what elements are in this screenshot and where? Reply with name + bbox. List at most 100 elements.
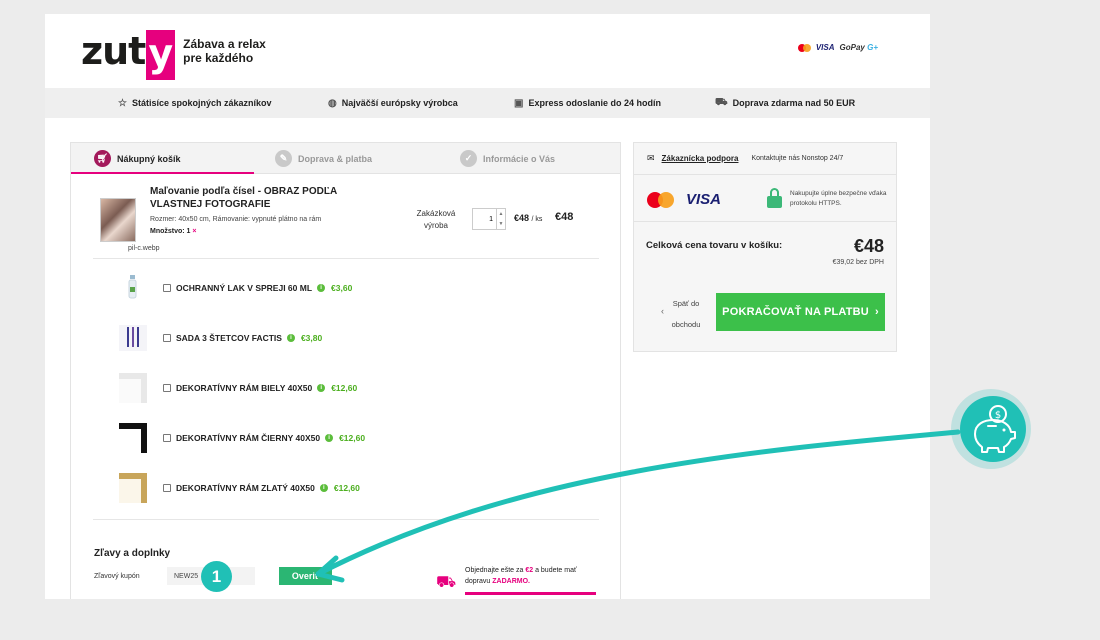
benefits-bar: ☆ Státisíce spokojných zákazníkov ◍ Najv…: [45, 88, 930, 118]
quantity-stepper[interactable]: ▲ ▼: [472, 208, 506, 230]
zuty-logo[interactable]: zut y Zábava a relax pre každého: [81, 26, 266, 80]
addon-checkbox[interactable]: [163, 384, 171, 392]
pay-button-label: POKRAČOVAŤ NA PLATBU: [722, 306, 869, 318]
delivery-truck-icon: ⛟: [436, 574, 457, 591]
addon-item: SADA 3 ŠTETCOV FACTIS i €3,80: [119, 323, 579, 353]
tab-cart[interactable]: 🛒︎ Nákupný košík: [94, 143, 181, 174]
mastercard-icon: [647, 192, 674, 208]
envelope-icon: ✉: [647, 153, 655, 163]
decrement-icon[interactable]: ▼: [497, 219, 505, 229]
secure-text: Nakupujte úplne bezpečne vďaka protokolu…: [790, 190, 887, 207]
site-header: zut y Zábava a relax pre každého VISA GoP…: [45, 14, 930, 88]
checkout-page: zut y Zábava a relax pre každého VISA GoP…: [45, 14, 930, 599]
truck-icon: ⛟: [715, 96, 728, 108]
support-row: ✉ Zákaznícka podpora Kontaktujte nás Non…: [634, 143, 896, 175]
order-summary: ✉ Zákaznícka podpora Kontaktujte nás Non…: [633, 142, 897, 352]
benefit-label: Státisíce spokojných zákazníkov: [131, 98, 272, 108]
cart-total-without-vat: €39,02 bez DPH: [832, 259, 884, 266]
product-size: Rozmer: 40x50 cm, Rámovanie: vypnuté plá…: [150, 216, 322, 223]
addon-item: OCHRANNÝ LAK V SPREJI 60 ML i €3,60: [119, 273, 579, 303]
tab-label: Informácie o Vás: [483, 153, 556, 164]
addon-item: DEKORATÍVNY RÁM ZLATÝ 40X50 i €12,60: [119, 473, 579, 503]
addon-checkbox[interactable]: [163, 334, 171, 342]
annotation-step-badge: 1: [201, 561, 232, 592]
spray-image: [119, 273, 147, 303]
remove-item-icon[interactable]: ×: [192, 228, 196, 235]
logo-text: zut: [81, 29, 146, 73]
product-meta: Rozmer: 40x50 cm, Rámovanie: vypnuté plá…: [150, 214, 321, 238]
discounts-title: Zľavy a doplnky: [94, 548, 171, 559]
tab-label: Nákupný košík: [117, 153, 181, 164]
lock-icon: [767, 188, 782, 208]
tab-label: Doprava & platba: [298, 153, 373, 164]
addon-price: €3,80: [300, 333, 323, 343]
benefit-producer: ◍ Najväčší európsky výrobca: [328, 98, 458, 109]
tab-customer-info[interactable]: ✓ Informácie o Vás: [460, 143, 555, 174]
package-icon: ▣: [514, 97, 524, 109]
star-icon: ☆: [118, 97, 127, 109]
continue-to-payment-button[interactable]: POKRAČOVAŤ NA PLATBU ›: [716, 293, 885, 331]
header-payment-logos: VISA GoPay G+: [797, 43, 878, 52]
addon-name: OCHRANNÝ LAK V SPREJI 60 ML: [176, 283, 313, 293]
unit-price: €48 / ks: [514, 213, 543, 223]
product-quantity-label: Množstvo: 1: [150, 228, 191, 235]
support-link[interactable]: Zákaznícka podpora: [662, 154, 739, 163]
addon-name: SADA 3 ŠTETCOV FACTIS: [176, 333, 282, 343]
addon-item: DEKORATÍVNY RÁM BIELY 40X50 i €12,60: [119, 373, 579, 403]
piggy-bank-icon: $: [960, 396, 1026, 462]
addon-checkbox[interactable]: [163, 434, 171, 442]
visa-logo: VISA: [686, 191, 722, 208]
cart-total-label: Celková cena tovaru v košíku:: [646, 240, 783, 251]
product-thumbnail[interactable]: [100, 198, 136, 242]
addon-checkbox[interactable]: [163, 284, 171, 292]
tagline: Zábava a relax pre každého: [183, 37, 266, 65]
free-delivery-notice: ⛟ Objednajte ešte za €2 a budete mať dop…: [436, 565, 616, 595]
coupon-label: Zľavový kupón: [94, 573, 140, 580]
divider: [93, 519, 599, 520]
info-icon[interactable]: i: [317, 284, 326, 292]
benefit-label: Doprava zdarma nad 50 EUR: [732, 98, 856, 108]
tagline-line-1: Zábava a relax: [183, 37, 266, 51]
globe-icon: ◍: [328, 97, 337, 109]
info-icon[interactable]: i: [317, 384, 326, 392]
cart-item: pil-c.webp Maľovanie podľa čísel - OBRAZ…: [93, 184, 599, 259]
quantity-spinner: ▲ ▼: [496, 209, 505, 229]
addon-price: €12,60: [331, 383, 358, 393]
info-icon[interactable]: i: [286, 334, 295, 342]
quantity-input[interactable]: [473, 209, 496, 229]
info-icon[interactable]: i: [325, 434, 334, 442]
item-total: €48: [555, 211, 574, 223]
addon-price: €3,60: [331, 283, 353, 293]
info-icon[interactable]: i: [319, 484, 328, 492]
benefit-customers: ☆ Státisíce spokojných zákazníkov: [118, 98, 272, 109]
cart-panel: 🛒︎ Nákupný košík ✎ Doprava & platba ✓ In…: [70, 142, 621, 599]
benefit-express: ▣ Express odoslanie do 24 hodín: [514, 98, 661, 109]
white-frame-image: [119, 373, 147, 403]
tagline-line-2: pre každého: [183, 51, 254, 65]
back-to-shop-link[interactable]: Späť do obchodu: [661, 293, 711, 335]
addon-checkbox[interactable]: [163, 484, 171, 492]
logo-y-mark: y: [146, 30, 176, 80]
addon-item: DEKORATÍVNY RÁM ČIERNY 40X50 i €12,60: [119, 423, 579, 453]
addon-name: DEKORATÍVNY RÁM ZLATÝ 40X50: [176, 483, 315, 493]
brushes-image: [119, 323, 147, 353]
support-note: Kontaktujte nás Nonstop 24/7: [751, 155, 844, 162]
product-title[interactable]: Maľovanie podľa čísel - OBRAZ PODĽA VLAS…: [150, 185, 382, 211]
checkout-steps: 🛒︎ Nákupný košík ✎ Doprava & platba ✓ In…: [71, 143, 620, 174]
addon-price: €12,60: [333, 483, 360, 493]
addon-price: €12,60: [339, 433, 366, 443]
free-delivery-progress: [465, 592, 596, 595]
visa-logo: VISA: [815, 43, 835, 52]
gold-frame-image: [119, 473, 147, 503]
secure-payment-row: VISA Nakupujte úplne bezpečne vďaka prot…: [634, 175, 896, 222]
increment-icon[interactable]: ▲: [497, 209, 505, 219]
black-frame-image: [119, 423, 147, 453]
verify-coupon-button[interactable]: Overiť: [279, 567, 332, 585]
benefit-label: Najväčší európsky výrobca: [341, 98, 458, 108]
benefit-label: Express odoslanie do 24 hodín: [528, 98, 661, 108]
active-step-underline: [71, 172, 254, 174]
tab-shipping-payment[interactable]: ✎ Doprava & platba: [275, 143, 372, 174]
free-delivery-text: Objednajte ešte za €2 a budete mať dopra…: [465, 567, 577, 585]
custom-production-note: Zakázková výroba: [416, 209, 456, 230]
product-image-caption: pil-c.webp: [128, 245, 160, 252]
